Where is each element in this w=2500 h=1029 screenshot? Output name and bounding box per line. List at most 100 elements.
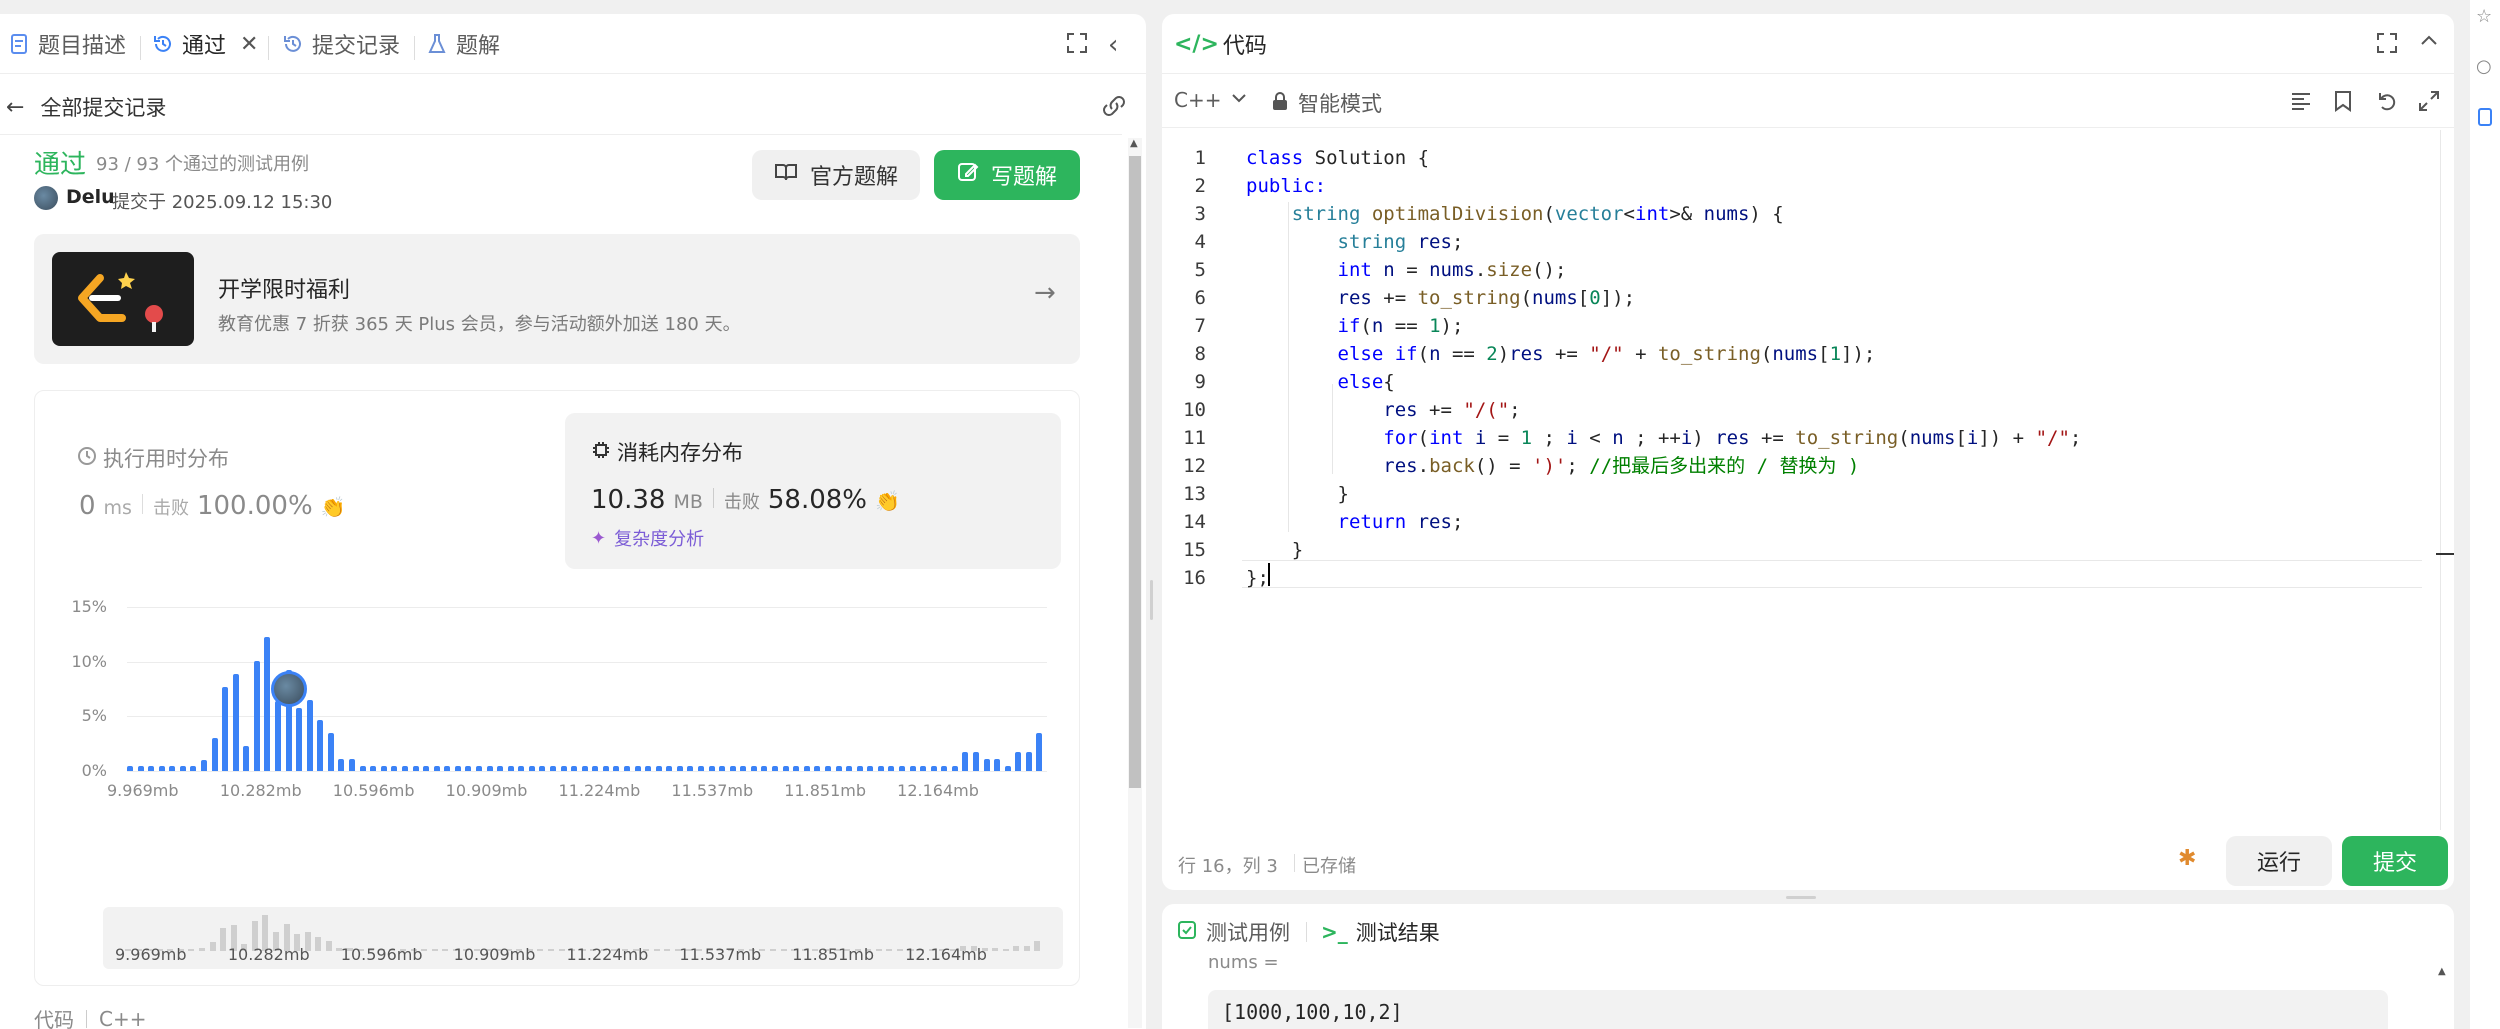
- chart-bar[interactable]: [1004, 765, 1011, 771]
- bookmark-icon[interactable]: [2334, 90, 2352, 116]
- promo-banner[interactable]: 开学限时福利 教育优惠 7 折获 365 天 Plus 会员，参与活动额外加送 …: [34, 234, 1080, 364]
- arrow-left-icon[interactable]: ←: [6, 95, 24, 120]
- chart-bar[interactable]: [624, 765, 630, 771]
- chart-bar[interactable]: [264, 636, 271, 771]
- code-line[interactable]: }: [1246, 536, 1303, 564]
- chart-bar[interactable]: [497, 765, 504, 771]
- scroll-up-icon[interactable]: ▲: [2438, 966, 2446, 977]
- chart-bar[interactable]: [846, 765, 853, 771]
- chart-bar[interactable]: [962, 752, 969, 771]
- chart-bar[interactable]: [909, 765, 916, 771]
- code-line[interactable]: string res;: [1246, 228, 1464, 256]
- complexity-link[interactable]: ✦ 复杂度分析: [591, 525, 704, 551]
- chart-bar[interactable]: [1025, 752, 1032, 771]
- tab-accepted[interactable]: 通过 ✕: [152, 28, 258, 60]
- testcase-value[interactable]: [1000,100,10,2]: [1208, 990, 2388, 1029]
- code-line[interactable]: }: [1246, 480, 1349, 508]
- scroll-thumb[interactable]: [1129, 156, 1141, 788]
- chart-bar[interactable]: [581, 765, 588, 771]
- chart-bar[interactable]: [137, 765, 144, 771]
- chart-bar[interactable]: [655, 765, 662, 771]
- chart-bar[interactable]: [306, 699, 313, 771]
- chart-bar[interactable]: [370, 765, 377, 771]
- smart-mode[interactable]: 智能模式: [1272, 88, 1382, 118]
- chart-bar[interactable]: [507, 765, 514, 771]
- arrow-right-icon[interactable]: →: [1034, 278, 1056, 308]
- chart-bar[interactable]: [920, 765, 927, 771]
- chart-bar[interactable]: [243, 745, 250, 771]
- code-line[interactable]: return res;: [1246, 508, 1464, 536]
- undo-icon[interactable]: [2376, 90, 2398, 116]
- code-line[interactable]: for(int i = 1 ; i < n ; ++i) res += to_s…: [1246, 424, 2081, 452]
- avatar[interactable]: [34, 186, 58, 210]
- chart-bar[interactable]: [750, 765, 757, 771]
- chart-bar[interactable]: [380, 765, 387, 771]
- chart-bar[interactable]: [930, 765, 937, 771]
- chart-bar[interactable]: [338, 758, 345, 771]
- chart-bar[interactable]: [412, 765, 419, 771]
- left-scrollbar[interactable]: ▲: [1128, 138, 1142, 1028]
- code-line[interactable]: class Solution {: [1246, 144, 1429, 172]
- tab-description[interactable]: 题目描述: [8, 28, 126, 60]
- language-select[interactable]: C++: [1174, 88, 1247, 112]
- chart-bar[interactable]: [740, 765, 747, 771]
- chart-bar[interactable]: [994, 758, 1001, 771]
- chart-bar[interactable]: [454, 765, 461, 771]
- collapse-left-icon[interactable]: ‹: [1108, 30, 1118, 60]
- tab-test-results[interactable]: 测试结果: [1356, 917, 1440, 947]
- chart-bar[interactable]: [698, 765, 705, 771]
- official-solution-button[interactable]: 官方题解: [752, 150, 920, 200]
- chart-bar[interactable]: [634, 765, 641, 771]
- chart-bar[interactable]: [803, 765, 810, 771]
- editor-scrollbar[interactable]: [2440, 130, 2441, 830]
- chevron-up-icon[interactable]: [2418, 30, 2440, 56]
- chart-bar[interactable]: [465, 765, 472, 771]
- tab-solutions[interactable]: 题解: [426, 28, 500, 60]
- chart-bar[interactable]: [275, 701, 282, 771]
- chart-bar[interactable]: [127, 765, 133, 771]
- code-line[interactable]: res += to_string(nums[0]);: [1246, 284, 1636, 312]
- chart-bar[interactable]: [719, 765, 726, 771]
- code-line[interactable]: int n = nums.size();: [1246, 256, 1567, 284]
- chart-bar[interactable]: [972, 752, 979, 771]
- chart-bar[interactable]: [560, 765, 567, 771]
- chart-bar[interactable]: [708, 765, 715, 771]
- memory-card[interactable]: 消耗内存分布 10.38 MB 击败 58.08% 👏 ✦ 复杂度分析: [565, 413, 1061, 569]
- chart-bar[interactable]: [317, 719, 324, 771]
- chart-bar[interactable]: [877, 765, 884, 771]
- chart-bar[interactable]: [898, 765, 905, 771]
- chart-bar[interactable]: [148, 765, 155, 771]
- chart-bar[interactable]: [201, 760, 208, 771]
- code-editor[interactable]: 1 2 3 4 5 6 7 8 9 10 11 12 13 14 15 16 class Solution {…: [1162, 130, 2442, 834]
- chart-bar[interactable]: [602, 765, 609, 771]
- chart-bar[interactable]: [359, 765, 366, 771]
- tab-testcases[interactable]: 测试用例: [1206, 917, 1290, 947]
- code-line[interactable]: else{: [1246, 368, 1395, 396]
- panel-resizer[interactable]: [1150, 580, 1153, 620]
- debug-icon[interactable]: ✱: [2178, 846, 2196, 871]
- chart-bar[interactable]: [1015, 752, 1022, 771]
- chart-bar[interactable]: [793, 765, 800, 771]
- link-icon[interactable]: [1100, 94, 1128, 122]
- mini-chart[interactable]: 9.969mb 10.282mb 10.596mb 10.909mb 11.224mb 1…: [103, 907, 1063, 969]
- run-button[interactable]: 运行: [2226, 836, 2332, 886]
- chart-bar[interactable]: [1036, 732, 1043, 771]
- expand-icon[interactable]: [1066, 32, 1090, 56]
- chart-bar[interactable]: [528, 765, 535, 771]
- chart-bar[interactable]: [327, 732, 334, 771]
- chart-bar[interactable]: [158, 765, 165, 771]
- code-line[interactable]: public:: [1246, 172, 1326, 200]
- chart-bar[interactable]: [475, 765, 482, 771]
- chart-bar[interactable]: [571, 765, 578, 771]
- chart-bar[interactable]: [761, 765, 768, 771]
- chart-bar[interactable]: [549, 765, 556, 771]
- chart-bar[interactable]: [814, 765, 821, 771]
- circle-icon[interactable]: ○: [2476, 56, 2492, 77]
- fullscreen-icon[interactable]: [2418, 90, 2440, 116]
- chart-bar[interactable]: [782, 765, 789, 771]
- chart-bar[interactable]: [867, 765, 874, 771]
- format-icon[interactable]: [2290, 90, 2312, 116]
- chart-bar[interactable]: [666, 765, 673, 771]
- chart-bar[interactable]: [645, 765, 652, 771]
- code-line[interactable]: res.back() = ')'; //把最后多出来的 / 替换为 ): [1246, 452, 1859, 480]
